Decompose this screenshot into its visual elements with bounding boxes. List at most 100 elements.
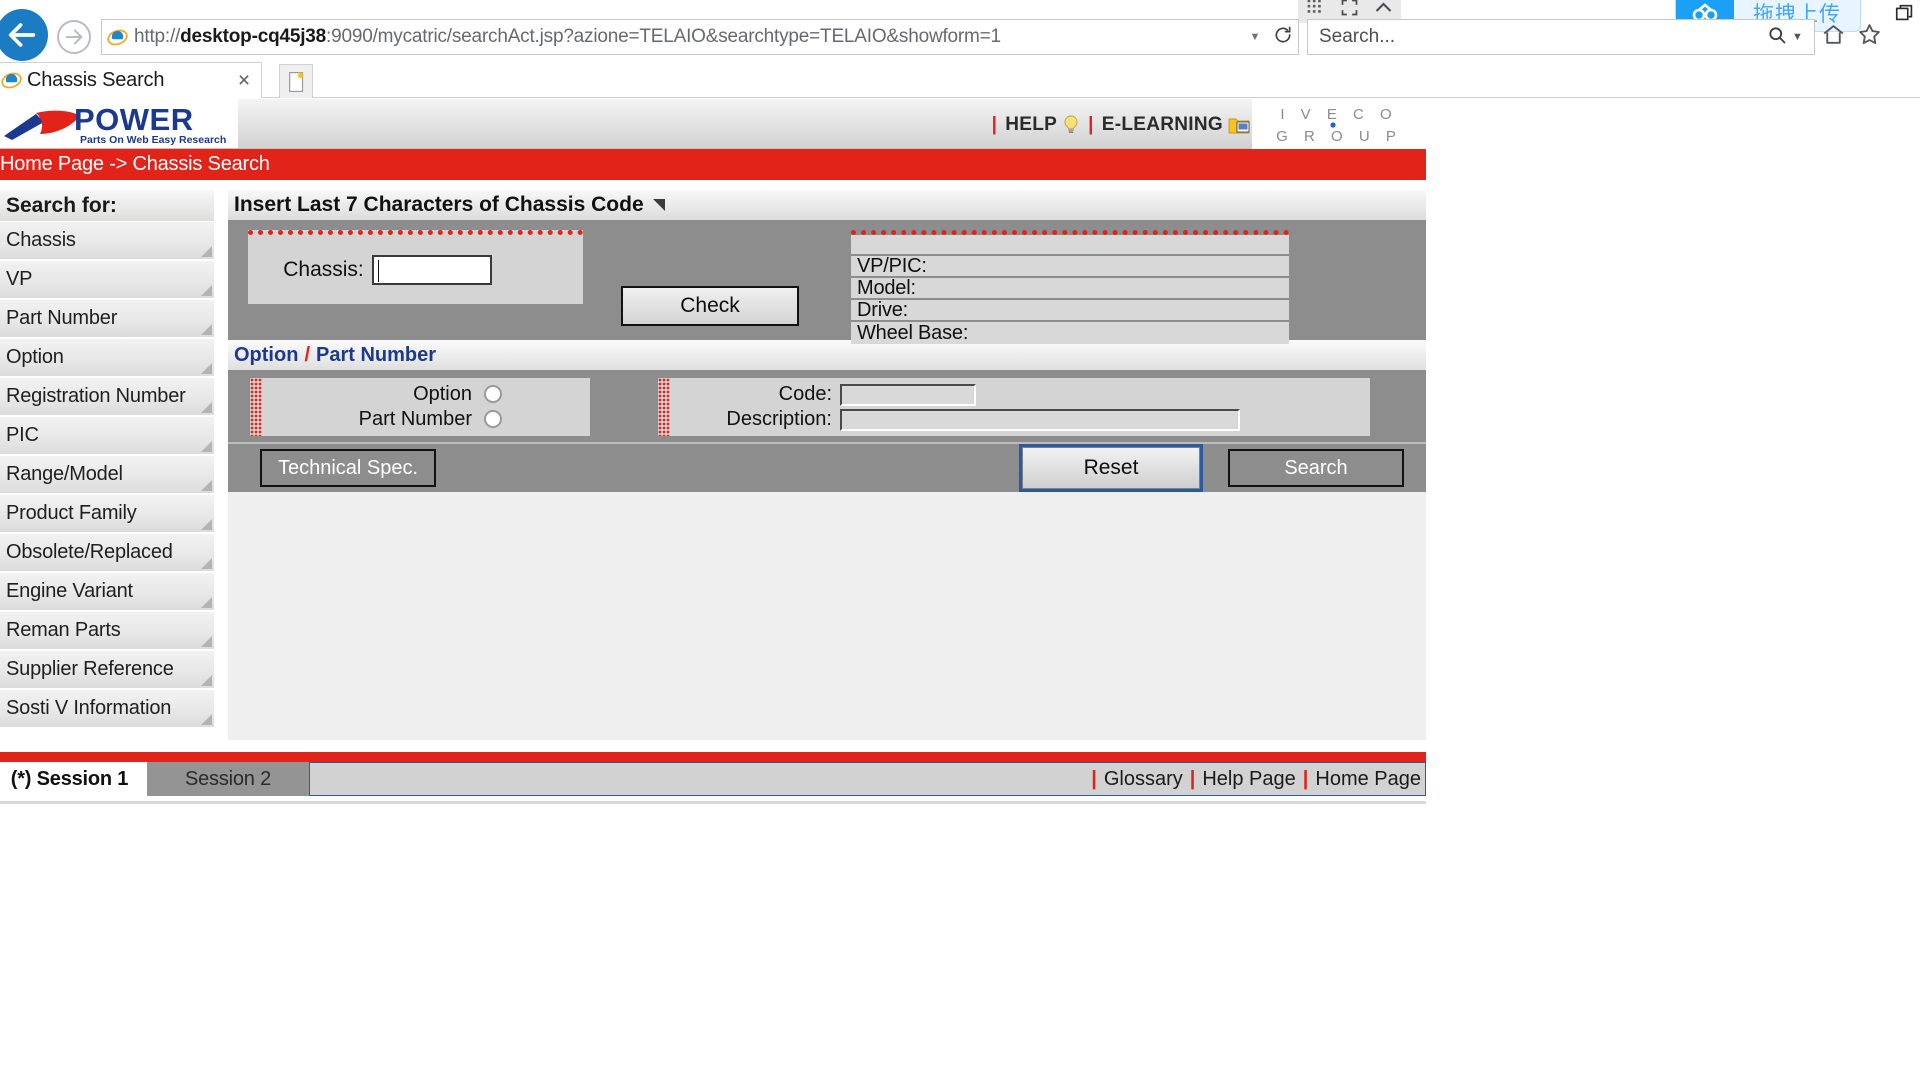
radio-row-option[interactable]: Option: [262, 382, 590, 407]
svg-text:G R O U P: G R O U P: [1276, 128, 1402, 145]
sidebar-item-supplier-reference[interactable]: Supplier Reference: [0, 651, 214, 690]
vehicle-info-row-model: Model:: [851, 278, 1289, 300]
sidebar-item-label: Engine Variant: [6, 580, 133, 603]
chassis-label: Chassis:: [283, 258, 364, 282]
tab-close-icon[interactable]: ×: [227, 69, 261, 93]
power-logo[interactable]: POWER Parts On Web Easy Research: [0, 99, 238, 148]
footer-links: | Glossary | Help Page | Home Page: [309, 762, 1426, 796]
glossary-link[interactable]: Glossary: [1104, 768, 1183, 791]
vehicle-info-row-drive: Drive:: [851, 300, 1289, 322]
radio-partnumber-input[interactable]: [484, 410, 502, 428]
vehicle-info-label: Wheel Base:: [857, 322, 968, 345]
chassis-input[interactable]: [372, 255, 492, 285]
sidebar-item-label: Sosti V Information: [6, 697, 171, 720]
sidebar-item-part-number[interactable]: Part Number: [0, 300, 214, 339]
sidebar-item-reman-parts[interactable]: Reman Parts: [0, 612, 214, 651]
sidebar-item-label: VP: [6, 268, 32, 291]
lightbulb-icon: [1062, 115, 1080, 135]
option-radio-fields: Option Part Number: [262, 378, 590, 436]
sidebar-item-vp[interactable]: VP: [0, 261, 214, 300]
check-button[interactable]: Check: [621, 286, 799, 326]
option-partnumber-section-header: Option / Part Number: [228, 340, 1426, 370]
sidebar-item-option[interactable]: Option: [0, 339, 214, 378]
back-button[interactable]: [0, 9, 48, 61]
browser-search-box[interactable]: Search... ▼: [1307, 19, 1815, 55]
browser-tab-strip: Chassis Search ×: [0, 62, 1920, 98]
description-input[interactable]: [840, 409, 1240, 431]
vehicle-info-label: Model:: [857, 277, 916, 300]
favorites-star-icon[interactable]: [1851, 22, 1887, 52]
red-dotted-marker: [250, 378, 262, 436]
chassis-row: Chassis: Check VP/PIC: Model:: [228, 220, 1426, 340]
collapse-triangle-icon[interactable]: [653, 199, 665, 211]
sidebar-item-label: Registration Number: [6, 385, 186, 408]
tab-chassis-search[interactable]: Chassis Search ×: [0, 62, 262, 98]
header-links: | HELP | E-LEARNING: [984, 114, 1251, 136]
refresh-icon[interactable]: [1268, 25, 1298, 50]
sidebar-item-product-family[interactable]: Product Family: [0, 495, 214, 534]
code-input[interactable]: [840, 384, 976, 406]
help-link-label: HELP: [1005, 114, 1057, 136]
search-dropdown-icon[interactable]: ▼: [1792, 31, 1814, 43]
sidebar-item-chassis[interactable]: Chassis: [0, 222, 214, 261]
search-icon[interactable]: [1762, 25, 1792, 50]
code-row: Code:: [670, 382, 1370, 407]
iveco-group-logo: I V E C O G R O U P: [1252, 99, 1426, 149]
tab-title: Chassis Search: [27, 69, 227, 92]
svg-text:POWER: POWER: [74, 102, 194, 137]
reset-button[interactable]: Reset: [1022, 447, 1200, 489]
code-description-fields: Code: Description:: [670, 378, 1370, 436]
power-catalog-site: POWER Parts On Web Easy Research | HELP: [0, 99, 1426, 804]
sidebar-item-pic[interactable]: PIC: [0, 417, 214, 456]
radio-option-label: Option: [413, 383, 472, 406]
forward-button[interactable]: [57, 20, 91, 54]
elearning-link[interactable]: E-LEARNING: [1102, 114, 1251, 136]
home-icon[interactable]: [1815, 22, 1851, 52]
help-link[interactable]: HELP: [1005, 114, 1080, 136]
home-page-link[interactable]: Home Page: [1315, 768, 1421, 791]
vehicle-info-spacer: [851, 235, 1289, 256]
sidebar-item-registration-number[interactable]: Registration Number: [0, 378, 214, 417]
session-tab-2[interactable]: Session 2: [147, 762, 309, 796]
footer-shadow: [0, 801, 1426, 804]
radio-option-input[interactable]: [484, 385, 502, 403]
code-description-group: Code: Description:: [658, 378, 1370, 436]
option-heading-label: Option: [234, 344, 298, 367]
text-caret: [378, 260, 379, 282]
code-label: Code:: [670, 383, 840, 406]
sidebar-item-engine-variant[interactable]: Engine Variant: [0, 573, 214, 612]
search-button[interactable]: Search: [1228, 449, 1404, 487]
help-page-link[interactable]: Help Page: [1202, 768, 1295, 791]
vehicle-info-panel: VP/PIC: Model: Drive: Wheel Base:: [851, 230, 1289, 344]
chassis-section-header[interactable]: Insert Last 7 Characters of Chassis Code: [228, 190, 1426, 220]
site-body: Search for: Chassis VP Part Number Optio…: [0, 180, 1426, 740]
breadcrumb: Home Page -> Chassis Search: [0, 149, 1426, 180]
svg-text:I V E C O: I V E C O: [1280, 106, 1397, 123]
sidebar-item-range-model[interactable]: Range/Model: [0, 456, 214, 495]
session-tab-1[interactable]: (*) Session 1: [0, 762, 147, 796]
option-row: Option Part Number: [228, 370, 1426, 442]
description-label: Description:: [670, 408, 840, 431]
technical-spec-button[interactable]: Technical Spec.: [260, 449, 436, 487]
svg-text:Parts On Web Easy Research: Parts On Web Easy Research: [80, 134, 226, 146]
radio-row-part-number[interactable]: Part Number: [262, 407, 590, 432]
vehicle-info-label: Drive:: [857, 299, 908, 322]
address-dropdown-icon[interactable]: ▼: [1242, 31, 1268, 43]
browser-search-placeholder: Search...: [1308, 26, 1762, 48]
sidebar-item-obsolete-replaced[interactable]: Obsolete/Replaced: [0, 534, 214, 573]
sidebar-item-label: Obsolete/Replaced: [6, 541, 173, 564]
sidebar-item-label: PIC: [6, 424, 39, 447]
sidebar-title: Search for:: [0, 190, 214, 222]
radio-partnumber-label: Part Number: [359, 408, 472, 431]
internet-explorer-icon: [102, 27, 132, 48]
chassis-search-panel: Chassis: Check VP/PIC: Model:: [228, 220, 1426, 340]
sidebar-item-sosti-v-information[interactable]: Sosti V Information: [0, 690, 214, 729]
new-tab-page-icon: [286, 70, 307, 94]
footer-red-bar: [0, 752, 1426, 762]
content-empty-area: [228, 492, 1426, 740]
new-tab-button[interactable]: [279, 64, 313, 98]
address-bar[interactable]: http://desktop-cq45j38:9090/mycatric/sea…: [101, 19, 1299, 55]
sidebar: Search for: Chassis VP Part Number Optio…: [0, 180, 214, 729]
header-sep-2: |: [1080, 114, 1102, 136]
red-dotted-marker: [658, 378, 670, 436]
